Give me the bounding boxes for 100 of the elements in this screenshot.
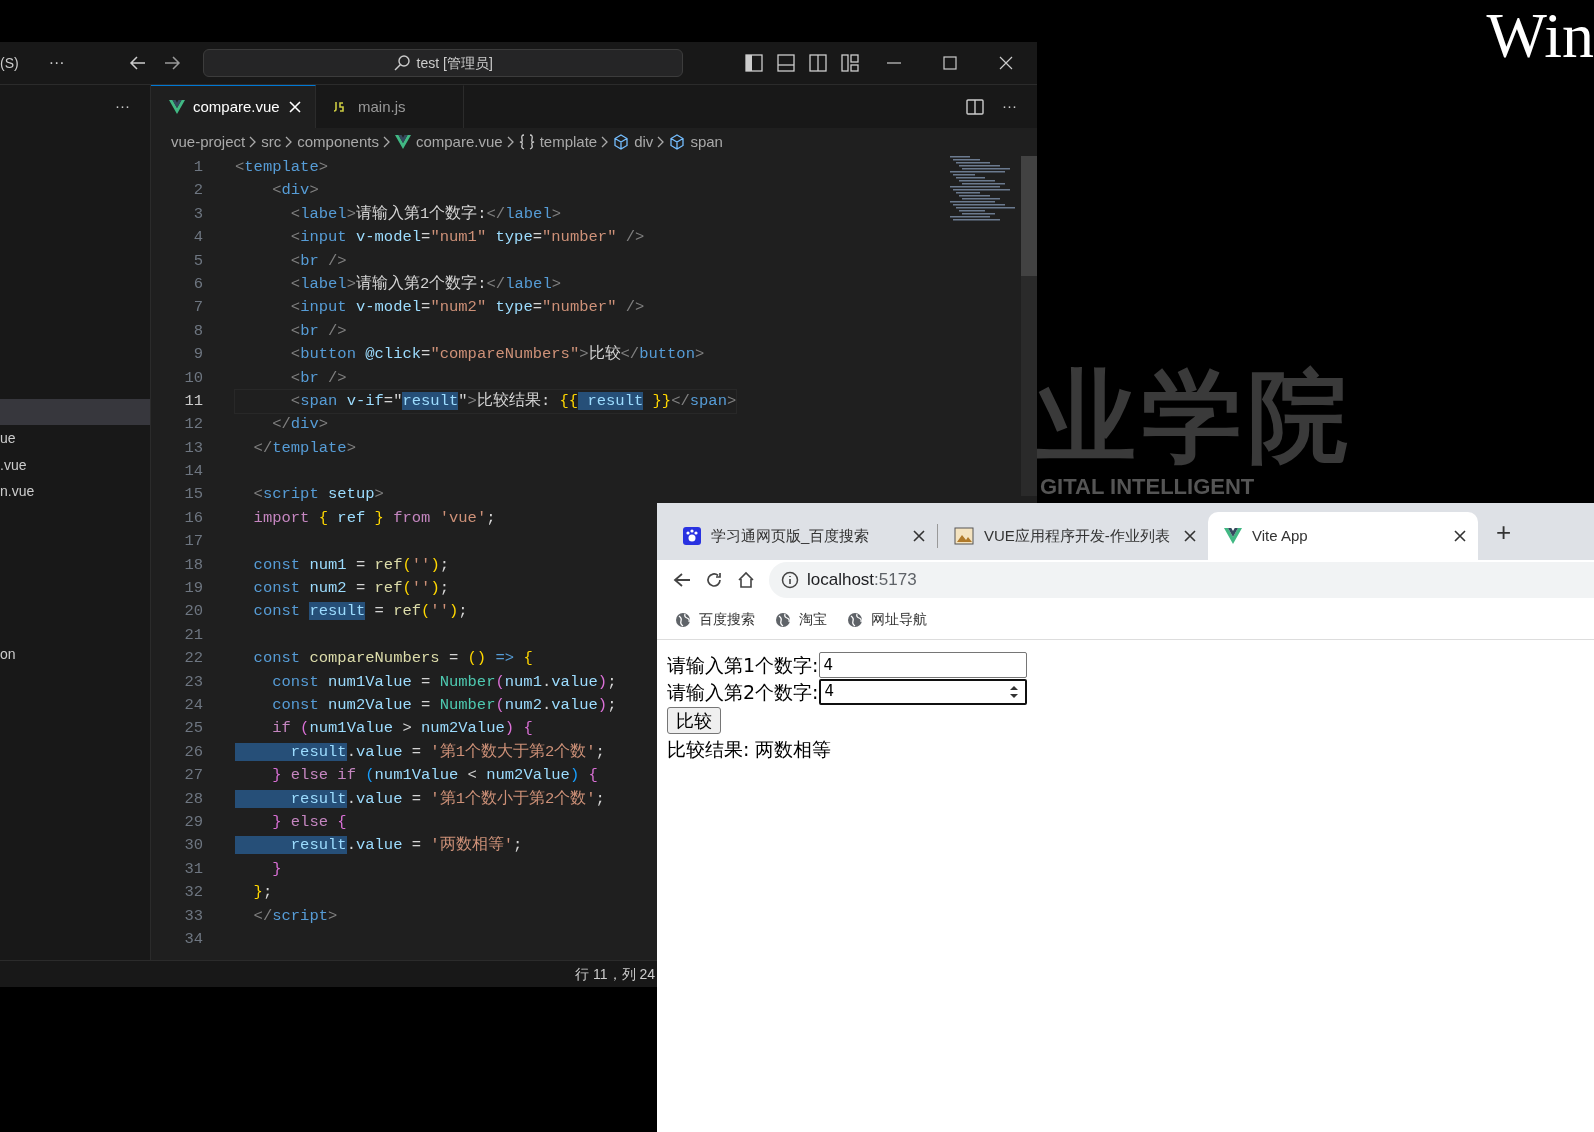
code-line: <br /> [289, 367, 347, 389]
layout-icon[interactable] [840, 54, 859, 72]
bookmark[interactable]: 淘宝 [775, 609, 827, 630]
cursor-position[interactable]: 行 11，列 24 [575, 963, 655, 985]
number-input[interactable]: 4 [818, 652, 1027, 679]
field-label: 请输入第1个数字: [667, 653, 819, 678]
globe-icon [847, 611, 863, 628]
braces-icon [518, 134, 535, 150]
chevron-icon [657, 136, 666, 148]
line-number: 7 [192, 297, 204, 319]
back-arrow-icon[interactable] [673, 571, 691, 589]
line-number: 20 [183, 601, 204, 623]
menu-item[interactable]: (S) [0, 52, 19, 74]
code-line: const num2 = ref(''); [252, 578, 449, 600]
line-number: 22 [183, 648, 204, 670]
breadcrumb-item[interactable]: template [518, 130, 598, 154]
browser-tab[interactable]: 学习通网页版_百度搜索 [667, 512, 937, 560]
code-line: </script> [252, 905, 338, 927]
browser-tab[interactable]: Vite App [1208, 512, 1478, 560]
breadcrumb-item[interactable]: div [613, 130, 654, 154]
browser-tab[interactable]: VUE应用程序开发-作业列表 [938, 512, 1208, 560]
search-icon [392, 54, 411, 72]
bookmark[interactable]: 网址导航 [847, 609, 927, 630]
breadcrumb-item[interactable]: components [297, 130, 379, 154]
code-line: } else { [271, 811, 347, 833]
number-input[interactable]: 4 [818, 678, 1027, 705]
breadcrumb-item[interactable]: src [261, 130, 282, 154]
tab-title: 学习通网页版_百度搜索 [711, 525, 871, 546]
line-number: 21 [183, 624, 204, 646]
code-line: <label>请输入第1个数字:</label> [289, 203, 561, 225]
breadcrumb-item[interactable]: span [669, 130, 723, 154]
more-button[interactable]: ··· [115, 95, 130, 118]
line-number: 25 [183, 718, 204, 740]
line-number: 33 [183, 905, 204, 927]
layout-icon[interactable] [808, 54, 827, 72]
code-line: if (num1Value > num2Value) { [271, 718, 533, 740]
info-icon [781, 571, 799, 589]
layout-icon[interactable] [776, 54, 795, 72]
tab-label: main.js [358, 96, 406, 117]
chevron-icon [506, 136, 515, 148]
code-line: <input v-model="num2" type="number" /> [289, 297, 645, 319]
code-line: <br /> [289, 250, 347, 272]
vue-logo-icon [169, 100, 185, 114]
line-number: 30 [183, 835, 204, 857]
bookmark[interactable]: 百度搜索 [675, 609, 755, 630]
line-number: 17 [183, 531, 204, 553]
reload-icon[interactable] [705, 571, 723, 589]
scrollbar[interactable] [1021, 156, 1037, 496]
line-number: 5 [192, 250, 204, 272]
code-line: const result = ref(''); [252, 601, 468, 623]
line-number: 24 [183, 695, 204, 716]
editor-tab[interactable]: compare.vue [151, 85, 316, 128]
line-number: 34 [183, 928, 204, 950]
close-icon[interactable] [1184, 530, 1196, 542]
search-text: test [管理员] [416, 53, 493, 73]
code-line: <br /> [289, 320, 347, 342]
file-item[interactable]: ue [0, 425, 150, 452]
line-number: 4 [192, 227, 204, 249]
breadcrumb-item[interactable]: vue-project [171, 130, 246, 154]
line-number: 26 [183, 741, 204, 763]
code-line: const compareNumbers = () => { [252, 648, 533, 670]
new-tab-button[interactable]: + [1496, 513, 1512, 552]
more-button[interactable]: ··· [48, 51, 65, 75]
home-icon[interactable] [737, 571, 755, 589]
maximize-icon[interactable] [940, 54, 959, 72]
image-icon [954, 527, 974, 545]
url-text: localhost:5173 [807, 569, 917, 592]
breadcrumb-item[interactable]: compare.vue [394, 130, 503, 154]
line-number: 13 [183, 437, 204, 459]
code-line: }; [252, 882, 273, 904]
wallpaper-text: Win [1486, 0, 1594, 73]
close-icon[interactable] [1454, 530, 1466, 542]
line-number: 28 [183, 788, 204, 810]
line-number: 14 [183, 461, 204, 483]
layout-icon[interactable] [744, 54, 763, 72]
more-button[interactable]: ··· [1002, 95, 1017, 118]
search-field[interactable]: test [管理员] [202, 49, 683, 77]
code-line: const num1 = ref(''); [252, 554, 449, 576]
line-number: 27 [183, 765, 204, 787]
result-text: 比较结果: 两数相等 [667, 737, 833, 763]
line-number: 12 [183, 414, 204, 436]
address-bar[interactable]: localhost:5173 [769, 562, 1594, 598]
code-line: } [271, 858, 282, 880]
compare-button[interactable]: 比较 [667, 707, 721, 735]
split-editor-icon[interactable] [966, 97, 984, 116]
file-item[interactable]: n.vue [0, 478, 150, 505]
line-number: 3 [192, 203, 204, 225]
line-number: 18 [183, 554, 204, 576]
outline-item[interactable]: on [0, 640, 150, 667]
back-arrow-icon[interactable] [128, 54, 147, 72]
line-number: 31 [183, 858, 204, 880]
line-number: 10 [183, 367, 204, 389]
close-icon[interactable] [913, 530, 925, 542]
chevron-icon [382, 136, 391, 148]
forward-arrow-icon[interactable] [162, 54, 181, 72]
globe-icon [775, 611, 791, 628]
line-number: 16 [183, 507, 204, 529]
file-item[interactable]: .vue [0, 451, 150, 478]
line-number: 1 [192, 157, 204, 178]
globe-icon [675, 611, 691, 628]
